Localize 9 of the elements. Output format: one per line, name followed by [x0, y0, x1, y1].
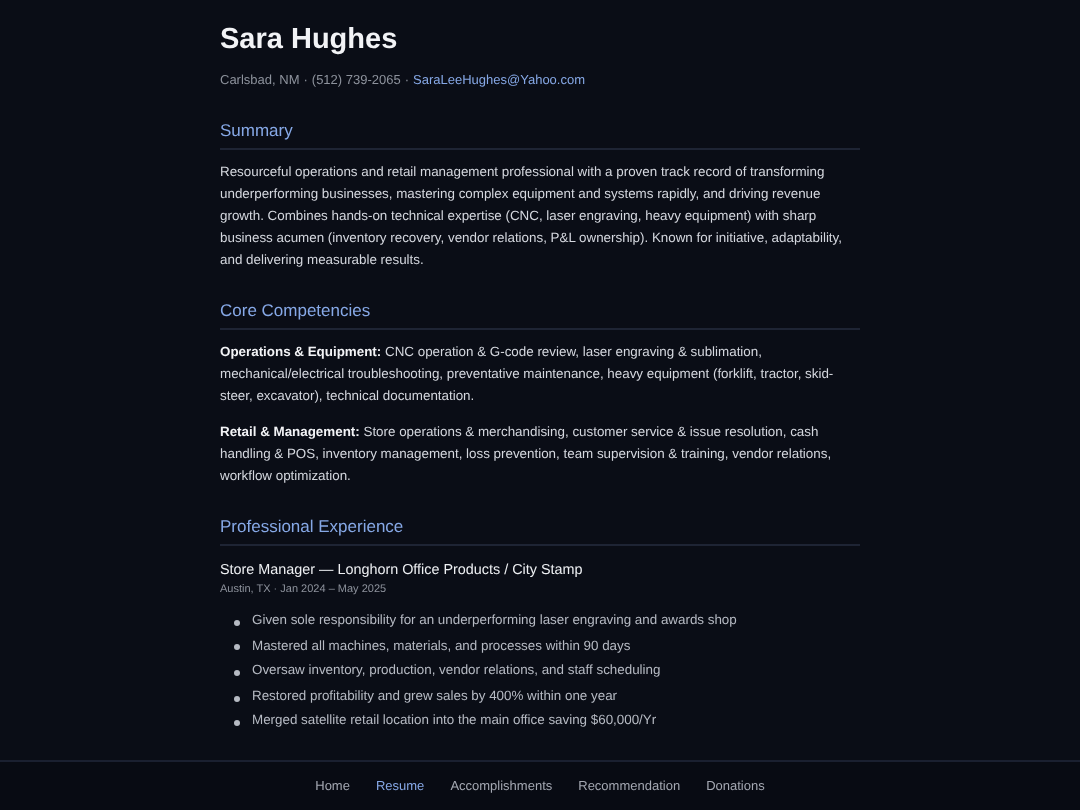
- bullet-icon: [234, 644, 240, 651]
- bullet-icon: [234, 695, 240, 702]
- section-heading: Summary: [220, 120, 860, 150]
- bullet-icon: [234, 619, 240, 626]
- bullet-icon: [234, 669, 240, 676]
- section-heading: Core Competencies: [220, 300, 860, 330]
- section-heading: Professional Experience: [220, 516, 860, 546]
- bullet-icon: [234, 720, 240, 727]
- person-name: Sara Hughes: [220, 22, 400, 58]
